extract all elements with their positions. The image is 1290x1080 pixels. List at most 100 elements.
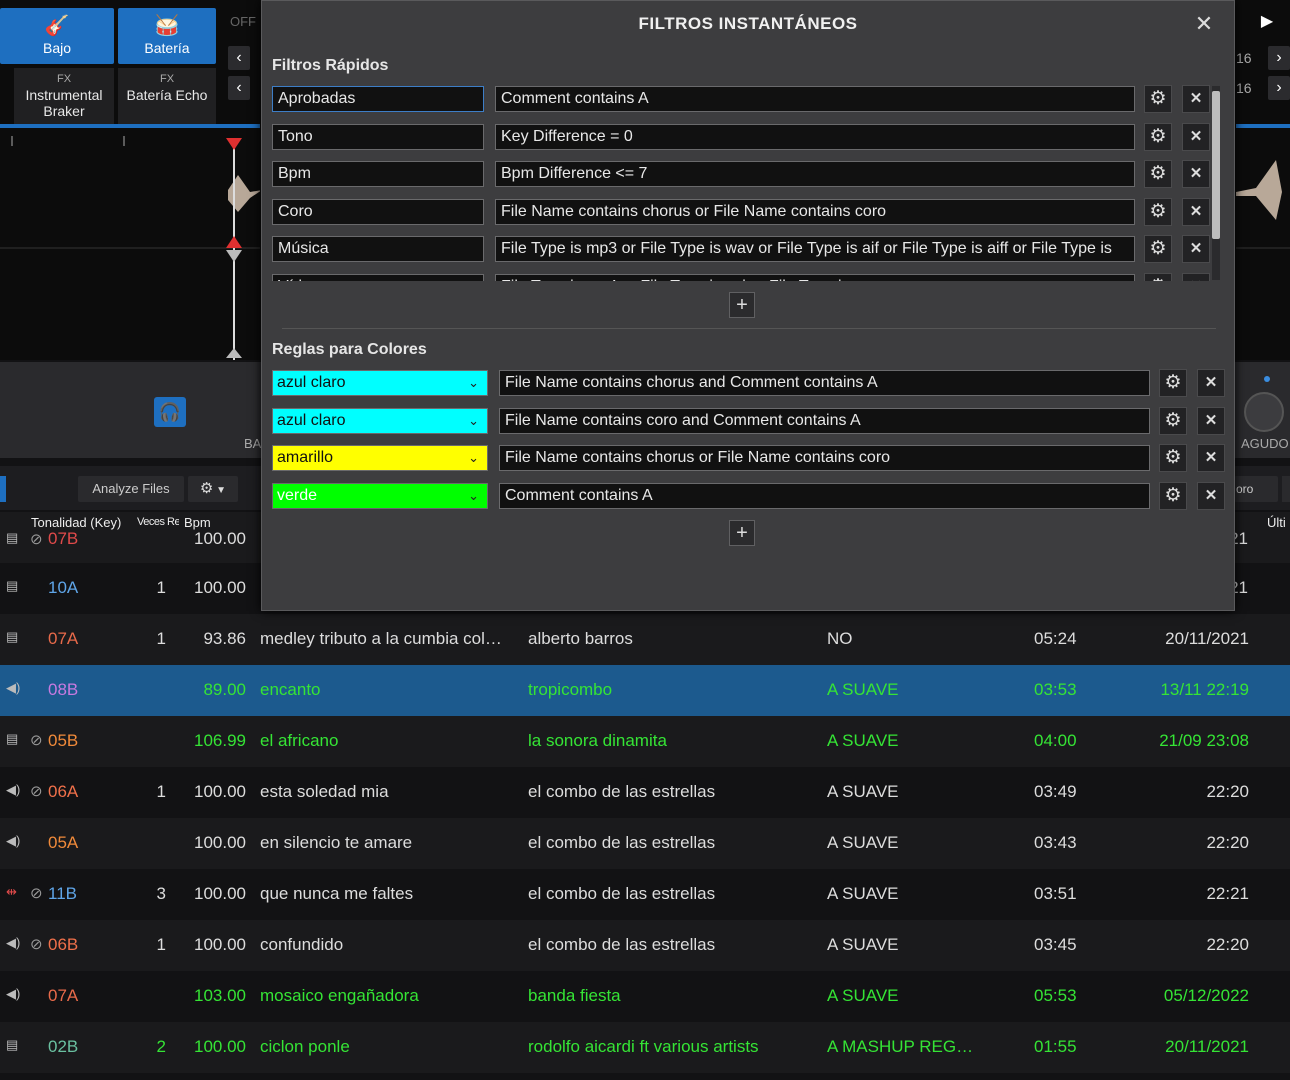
genre-cell: A SUAVE — [827, 782, 899, 801]
table-row[interactable]: ▤ 02B 2 100.00 ciclon ponle rodolfo aicardi f… — [0, 1022, 1290, 1073]
table-row[interactable]: ◀) ⊘ 06B 1 100.00 confundido el combo de las e… — [0, 920, 1290, 971]
table-scrollbar[interactable] — [0, 614, 27, 1080]
quick-filter-settings-button[interactable]: ⚙ — [1144, 197, 1172, 226]
column-bpm[interactable]: Bpm — [184, 515, 211, 530]
quick-filter-rule-field[interactable]: Comment contains A — [495, 86, 1135, 112]
date-cell: 13/11 22:19 — [1160, 680, 1249, 699]
check-icon: ⊘ — [30, 936, 43, 953]
pad-bateria[interactable]: 🥁 Batería — [118, 8, 216, 64]
quick-filters-scrollbar[interactable] — [1212, 91, 1220, 239]
next-button-2[interactable]: › — [1268, 76, 1290, 100]
midi-icon: ▤ — [6, 578, 19, 593]
color-rule-select[interactable]: azul claro ⌄ — [272, 370, 488, 396]
table-row[interactable]: ◀) 05A 100.00 en silencio te amare el combo … — [0, 818, 1290, 869]
add-quick-filter-button[interactable]: + — [729, 292, 755, 318]
quick-filter-rule-field[interactable]: File Type is mp3 or File Type is wav or … — [495, 236, 1135, 262]
quick-filter-name-field[interactable]: Vídeo — [272, 273, 484, 281]
color-rule-settings-button[interactable]: ⚙ — [1159, 406, 1187, 435]
fx-pad-instrumental[interactable]: FX Instrumental Braker — [14, 68, 114, 124]
color-rule-condition-field[interactable]: File Name contains chorus and Comment co… — [499, 370, 1150, 396]
drum-icon: 🥁 — [154, 15, 180, 37]
off-label[interactable]: OFF — [230, 14, 256, 29]
quick-filters-list: Aprobadas Comment contains A ⚙ ✕ Tono Key Dif… — [262, 85, 1222, 281]
quick-filter-rule-field[interactable]: Key Difference = 0 — [495, 123, 1135, 150]
color-rule-select[interactable]: verde ⌄ — [272, 482, 488, 509]
quick-filter-delete-button[interactable]: ✕ — [1182, 160, 1210, 188]
bpm-cell: 100.00 — [194, 578, 246, 597]
color-rule-condition-field[interactable]: File Name contains coro and Comment cont… — [499, 407, 1150, 434]
color-rule-select[interactable]: azul claro ⌄ — [272, 407, 488, 434]
quick-filter-rule-field[interactable]: Bpm Difference <= 7 — [495, 161, 1135, 187]
quick-filter-delete-button[interactable]: ✕ — [1182, 235, 1210, 263]
color-rule-delete-button[interactable]: ✕ — [1197, 444, 1225, 472]
quick-filter-name-field[interactable]: Coro — [272, 198, 484, 225]
quick-filter-settings-button[interactable]: ⚙ — [1144, 85, 1172, 113]
table-row[interactable]: ◀) 08B 89.00 encanto tropicombo A SUAVE 03:53 1… — [0, 665, 1290, 716]
waveform-right[interactable] — [1236, 130, 1290, 360]
headphones-icon: 🎧 — [158, 402, 182, 422]
bpm-cell: 106.99 — [194, 731, 246, 750]
table-row[interactable]: ▤ ⊘ 05B 106.99 el africano la sonora dinamita… — [0, 716, 1290, 767]
quick-filter-delete-button[interactable]: ✕ — [1182, 197, 1210, 226]
color-rule-delete-button[interactable]: ✕ — [1197, 481, 1225, 510]
key-cell: 07A — [48, 629, 79, 648]
quick-filter-name-field[interactable]: Música — [272, 236, 484, 262]
column-key[interactable]: Tonalidad (Key) — [31, 515, 121, 530]
quick-filter-settings-button[interactable]: ⚙ — [1144, 122, 1172, 151]
add-color-rule-button[interactable]: + — [729, 520, 755, 546]
plays-cell: 1 — [156, 782, 166, 801]
color-rule-select[interactable]: amarillo ⌄ — [272, 445, 488, 471]
treble-knob[interactable] — [1244, 392, 1284, 432]
play-button[interactable]: ▶ — [1254, 10, 1280, 34]
close-icon: ✕ — [1204, 449, 1218, 466]
table-row[interactable]: ◀) 07A 103.00 mosaico engañadora banda fiest… — [0, 971, 1290, 1022]
sidebar-toggle[interactable] — [0, 476, 6, 502]
quick-filter-settings-button[interactable]: ⚙ — [1144, 272, 1172, 281]
fx-pad-bateria-echo[interactable]: FX Batería Echo — [118, 68, 216, 124]
quick-filter-name-field[interactable]: Tono — [272, 123, 484, 150]
right-toolbar-button[interactable]: oro — [1234, 476, 1278, 502]
title-cell: en silencio te amare — [260, 833, 413, 852]
browser-settings-button[interactable]: ⚙ ▼ — [188, 476, 238, 502]
color-rule-settings-button[interactable]: ⚙ — [1159, 369, 1187, 397]
quick-filter-delete-button[interactable]: ✕ — [1182, 272, 1210, 281]
prev-button-2[interactable]: ‹ — [228, 76, 250, 100]
color-rule-row: azul claro ⌄ File Name contains coro and C… — [262, 406, 1232, 438]
check-icon: ⊘ — [30, 732, 43, 749]
table-row[interactable]: ⇹ ⊘ 11B 3 100.00 que nunca me faltes el combo … — [0, 869, 1290, 920]
quick-filter-settings-button[interactable]: ⚙ — [1144, 235, 1172, 263]
color-rule-settings-button[interactable]: ⚙ — [1159, 444, 1187, 472]
genre-cell: A SUAVE — [827, 833, 899, 852]
close-dialog-button[interactable]: ✕ — [1192, 12, 1216, 36]
column-last-played[interactable]: Últi — [1267, 515, 1286, 530]
prev-button[interactable]: ‹ — [228, 46, 250, 70]
next-button[interactable]: › — [1268, 46, 1290, 70]
gear-icon: ⚙ — [1149, 238, 1167, 259]
bpm-cell: 100.00 — [194, 532, 246, 548]
mixer-right-label: AGUDO — [1241, 436, 1289, 451]
column-plays[interactable]: Veces Re — [137, 516, 179, 528]
color-rule-settings-button[interactable]: ⚙ — [1159, 481, 1187, 510]
quick-filter-name-field[interactable]: Aprobadas — [272, 86, 484, 112]
color-rule-delete-button[interactable]: ✕ — [1197, 369, 1225, 397]
color-rule-condition-field[interactable]: File Name contains chorus or File Name c… — [499, 445, 1150, 471]
color-rule-condition-field[interactable]: Comment contains A — [499, 482, 1150, 509]
close-icon: ✕ — [1204, 486, 1218, 504]
quick-filter-delete-button[interactable]: ✕ — [1182, 85, 1210, 113]
quick-filter-settings-button[interactable]: ⚙ — [1144, 160, 1172, 188]
quick-filter-name-field[interactable]: Bpm — [272, 161, 484, 187]
quick-filter-rule-field[interactable]: File Name contains chorus or File Name c… — [495, 198, 1135, 225]
plus-icon: + — [736, 294, 748, 316]
table-row[interactable]: ◀) ⊘ 06A 1 100.00 esta soledad mia el combo de… — [0, 767, 1290, 818]
key-cell: 11B — [48, 884, 77, 903]
quick-filter-rule-field[interactable]: File Type is mp4 or File Type is avi or … — [495, 273, 1135, 281]
color-rule-delete-button[interactable]: ✕ — [1197, 406, 1225, 435]
analyze-files-button[interactable]: Analyze Files — [78, 476, 184, 502]
artist-cell: el combo de las estrellas — [528, 884, 716, 903]
table-row[interactable]: ▤ 07A 1 93.86 medley tributo a la cumbia col… — [0, 614, 1290, 665]
pad-bajo[interactable]: 🎸 Bajo — [0, 8, 114, 64]
title-cell: el africano — [260, 731, 339, 750]
headphones-button[interactable]: 🎧 — [154, 397, 186, 427]
waveform-left[interactable] — [0, 130, 260, 360]
quick-filter-delete-button[interactable]: ✕ — [1182, 122, 1210, 151]
